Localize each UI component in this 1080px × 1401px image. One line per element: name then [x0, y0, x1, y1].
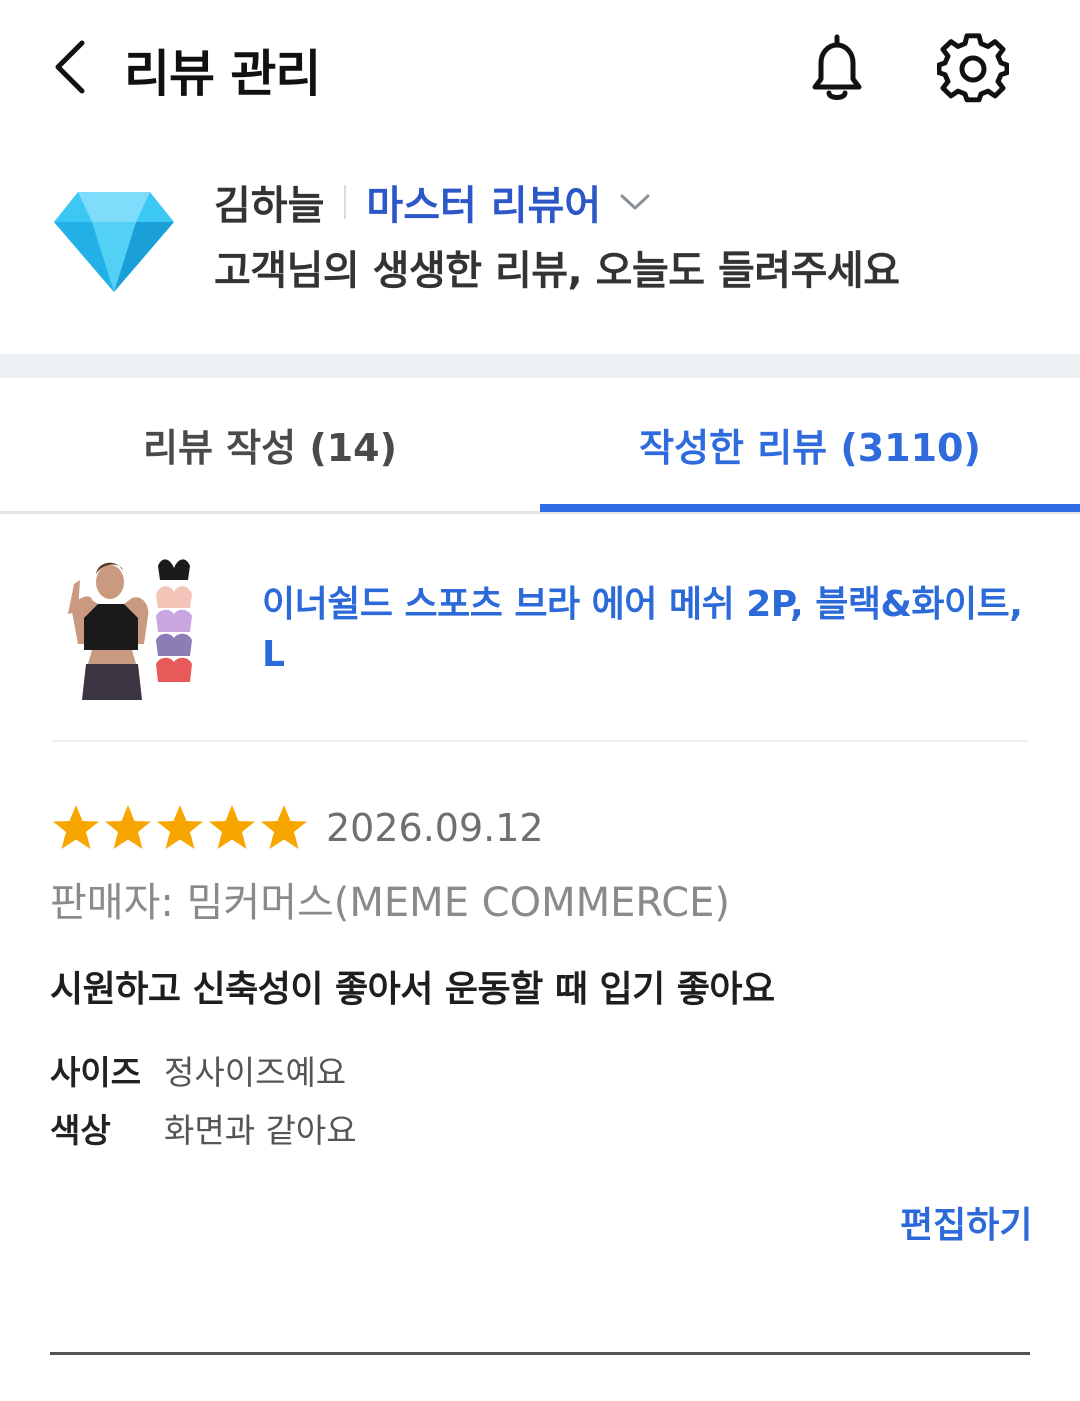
tab-write-review[interactable]: 리뷰 작성 (14)	[0, 378, 540, 511]
reviewer-grade[interactable]: 마스터 리뷰어	[366, 173, 601, 231]
grade-dropdown[interactable]	[619, 186, 651, 218]
tab-written-reviews[interactable]: 작성한 리뷰 (3110)	[540, 378, 1080, 511]
review-attribute-color: 색상 화면과 같아요	[50, 1106, 357, 1150]
name-divider	[344, 185, 347, 219]
star-icon	[209, 805, 255, 849]
rating-row: 2026.09.12	[50, 800, 544, 856]
app-header: 리뷰 관리	[0, 0, 1080, 140]
product-thumbnail[interactable]	[62, 554, 208, 700]
review-attribute-size: 사이즈 정사이즈예요	[50, 1048, 346, 1092]
bell-icon	[812, 34, 862, 100]
attribute-value: 화면과 같아요	[164, 1111, 357, 1150]
review-text: 시원하고 신축성이 좋아서 운동할 때 입기 좋아요	[50, 969, 775, 1010]
active-tab-indicator	[540, 504, 1080, 512]
attribute-key: 색상	[50, 1111, 111, 1150]
chevron-left-icon	[55, 40, 85, 94]
gear-icon	[937, 33, 1009, 103]
divider	[50, 1352, 1030, 1355]
product-name[interactable]: 이너쉴드 스포츠 브라 에어 메쉬 2P, 블랙&화이트, L	[262, 580, 1032, 680]
attribute-key: 사이즈	[50, 1053, 142, 1092]
back-button[interactable]	[40, 32, 100, 102]
review-date: 2026.09.12	[326, 806, 544, 850]
notifications-button[interactable]	[800, 30, 874, 108]
section-separator	[0, 354, 1080, 378]
star-icon	[105, 805, 151, 849]
chevron-down-icon	[620, 194, 650, 210]
diamond-icon	[54, 192, 174, 292]
star-rating	[50, 802, 310, 854]
user-name: 김하늘	[214, 183, 325, 229]
profile-tagline: 고객님의 생생한 리뷰, 오늘도 들려주세요	[214, 248, 900, 294]
star-icon	[53, 805, 99, 849]
settings-button[interactable]	[934, 28, 1012, 110]
name-row: 김하늘 마스터 리뷰어	[214, 174, 651, 230]
page-title: 리뷰 관리	[124, 45, 321, 103]
reviewer-profile: 김하늘 마스터 리뷰어 고객님의 생생한 리뷰, 오늘도 들려주세요	[0, 160, 1080, 350]
star-icon	[261, 805, 307, 849]
product-item[interactable]: 이너쉴드 스포츠 브라 에어 메쉬 2P, 블랙&화이트, L	[52, 540, 1028, 742]
edit-review-button[interactable]: 편집하기	[900, 1196, 1032, 1248]
review-tabs: 리뷰 작성 (14) 작성한 리뷰 (3110)	[0, 378, 1080, 514]
attribute-value: 정사이즈예요	[164, 1053, 347, 1092]
seller-name: 판매자: 밈커머스(MEME COMMERCE)	[50, 880, 731, 926]
star-icon	[157, 805, 203, 849]
